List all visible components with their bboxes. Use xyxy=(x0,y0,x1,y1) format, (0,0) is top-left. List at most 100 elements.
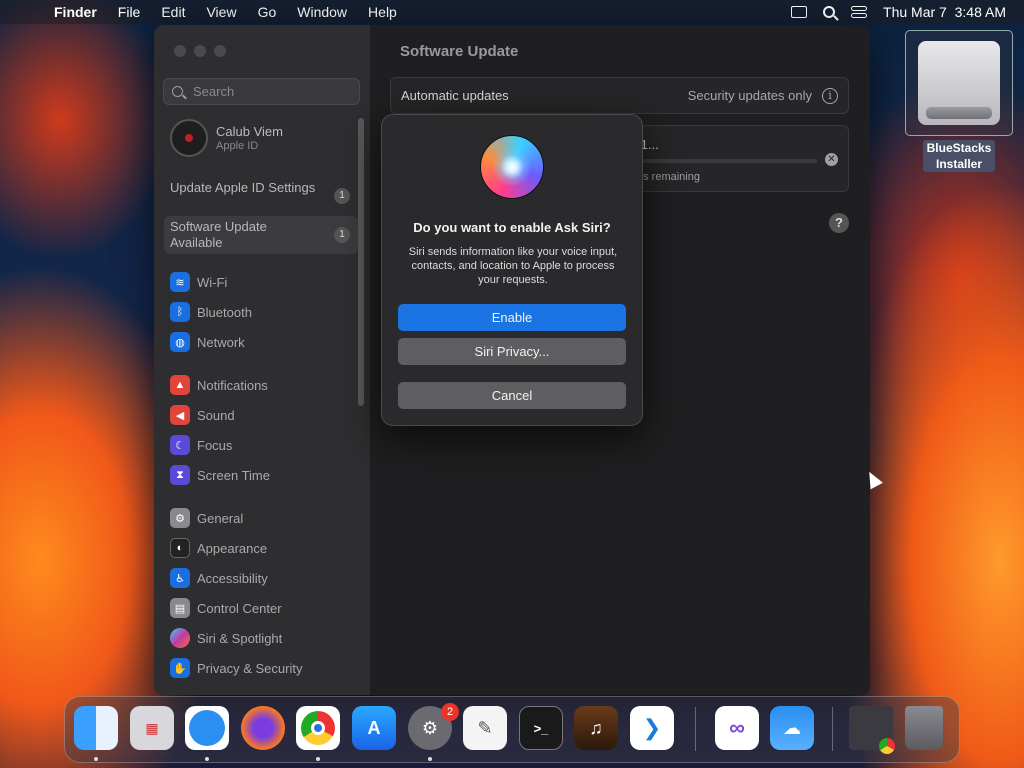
control-center-icon[interactable] xyxy=(851,6,868,18)
running-indicator xyxy=(94,757,98,761)
sidebar-search-input[interactable]: Search xyxy=(163,78,360,105)
garageband-icon[interactable]: ♫ xyxy=(574,706,618,750)
screen-mirroring-icon[interactable] xyxy=(791,6,808,18)
running-indicator xyxy=(316,757,320,761)
sidebar-item-label: Update Apple ID Settings xyxy=(170,180,316,195)
menu-help[interactable]: Help xyxy=(368,4,397,20)
sidebar-scrollbar[interactable] xyxy=(358,118,364,406)
menu-bar: Finder File Edit View Go Window Help Thu… xyxy=(0,0,1024,24)
sidebar-item-update-apple-id[interactable]: Update Apple ID Settings 1 xyxy=(164,177,358,215)
sidebar-item-label: Software Update Available xyxy=(170,219,267,250)
search-icon xyxy=(172,86,183,97)
avatar xyxy=(170,119,208,157)
visual-studio-icon[interactable]: ∞ xyxy=(715,706,759,750)
close-window-button[interactable] xyxy=(174,45,186,57)
help-button[interactable]: ? xyxy=(829,213,849,233)
automatic-updates-label: Automatic updates xyxy=(401,88,509,103)
chrome-icon[interactable] xyxy=(296,706,340,750)
sidebar-item-label: Wi-Fi xyxy=(197,274,228,290)
menubar-clock[interactable]: Thu Mar 7 3:48 AM xyxy=(883,4,1006,20)
moon-icon: ☾ xyxy=(170,435,190,455)
search-placeholder: Search xyxy=(193,84,235,99)
sidebar-item-notifications[interactable]: ▲ Notifications xyxy=(170,375,268,395)
zoom-window-button[interactable] xyxy=(214,45,226,57)
sidebar-item-label: Screen Time xyxy=(197,467,270,483)
sidebar-item-label: Privacy & Security xyxy=(197,660,303,676)
notification-badge: 2 xyxy=(441,703,459,721)
speaker-icon: ◀ xyxy=(170,405,190,425)
dock-separator xyxy=(695,707,696,751)
sidebar-item-label: Focus xyxy=(197,437,233,453)
terminal-icon[interactable]: >_ xyxy=(519,706,563,750)
app-store-icon[interactable]: A xyxy=(352,706,396,750)
menu-app-finder[interactable]: Finder xyxy=(54,4,97,20)
sidebar-item-label: Control Center xyxy=(197,600,282,616)
menu-go[interactable]: Go xyxy=(258,4,277,20)
settings-sidebar: Search Calub Viem Apple ID Update Apple … xyxy=(154,25,370,695)
sidebar-item-control-center[interactable]: ▤ Control Center xyxy=(170,598,282,618)
desktop-drive-bluestacks[interactable]: BlueStacks Installer xyxy=(905,30,1013,172)
sidebar-item-wifi[interactable]: ≋ Wi-Fi xyxy=(170,272,227,292)
launchpad-icon[interactable]: ▦ xyxy=(130,706,174,750)
sidebar-item-network[interactable]: ◍ Network xyxy=(170,332,245,352)
siri-icon xyxy=(170,628,190,648)
page-title: Software Update xyxy=(400,43,519,60)
sidebar-item-general[interactable]: ⚙ General xyxy=(170,508,243,528)
dialog-question: Do you want to enable Ask Siri? xyxy=(413,220,611,235)
sidebar-item-focus[interactable]: ☾ Focus xyxy=(170,435,232,455)
apple-id-account[interactable]: Calub Viem Apple ID xyxy=(170,119,283,157)
automatic-updates-row[interactable]: Automatic updates Security updates only … xyxy=(390,77,849,114)
globe-icon: ◍ xyxy=(170,332,190,352)
sidebar-badge: 1 xyxy=(334,227,350,243)
menu-window[interactable]: Window xyxy=(297,4,347,20)
cancel-download-icon[interactable]: ✕ xyxy=(825,153,838,166)
sidebar-item-privacy-security[interactable]: ✋ Privacy & Security xyxy=(170,658,302,678)
appearance-icon: ◐ xyxy=(170,538,190,558)
dialog-description: Siri sends information like your voice i… xyxy=(408,246,618,286)
sidebar-item-accessibility[interactable]: ♿ Accessibility xyxy=(170,568,268,588)
spotlight-search-icon[interactable] xyxy=(823,6,836,18)
sidebar-item-screen-time[interactable]: ⧗ Screen Time xyxy=(170,465,270,485)
running-indicator xyxy=(205,757,209,761)
siri-privacy-button[interactable]: Siri Privacy... xyxy=(398,338,626,365)
wifi-icon: ≋ xyxy=(170,272,190,292)
siri-orb-icon xyxy=(480,135,544,199)
minimize-window-button[interactable] xyxy=(194,45,206,57)
downloads-stack-icon[interactable] xyxy=(849,706,895,754)
weather-icon[interactable]: ☁ xyxy=(770,706,814,750)
dock: ▦ A ⚙ 2 ✎ >_ ♫ ❯ ∞ ☁ xyxy=(64,696,960,763)
sidebar-item-siri-spotlight[interactable]: Siri & Spotlight xyxy=(170,628,282,648)
firefox-icon[interactable] xyxy=(241,706,285,750)
hard-drive-icon xyxy=(918,41,1000,125)
sidebar-item-bluetooth[interactable]: ᛒ Bluetooth xyxy=(170,302,252,322)
sidebar-item-label: General xyxy=(197,510,244,526)
sidebar-item-label: Bluetooth xyxy=(197,304,252,320)
sidebar-item-label: Appearance xyxy=(197,540,268,556)
sidebar-item-software-update[interactable]: Software Update Available 1 xyxy=(164,216,358,254)
gear-icon: ⚙ xyxy=(170,508,190,528)
user-subtitle: Apple ID xyxy=(216,140,259,152)
sidebar-item-label: Notifications xyxy=(197,377,268,393)
sidebar-item-label: Siri & Spotlight xyxy=(197,630,283,646)
menu-file[interactable]: File xyxy=(118,4,141,20)
update-progress-bar xyxy=(637,159,817,163)
hand-icon: ✋ xyxy=(170,658,190,678)
vscode-icon[interactable]: ❯ xyxy=(630,706,674,750)
sidebar-item-appearance[interactable]: ◐ Appearance xyxy=(170,538,267,558)
hourglass-icon: ⧗ xyxy=(170,465,190,485)
finder-icon[interactable] xyxy=(74,706,118,750)
cancel-button[interactable]: Cancel xyxy=(398,382,626,409)
drive-label: BlueStacks Installer xyxy=(923,140,995,172)
dock-separator xyxy=(832,707,833,751)
sidebar-item-sound[interactable]: ◀ Sound xyxy=(170,405,235,425)
info-icon[interactable]: i xyxy=(822,87,838,104)
accessibility-icon: ♿ xyxy=(170,568,190,588)
menu-edit[interactable]: Edit xyxy=(161,4,185,20)
safari-icon[interactable] xyxy=(185,706,229,750)
enable-button[interactable]: Enable xyxy=(398,304,626,331)
trash-icon[interactable] xyxy=(905,706,943,750)
textedit-icon[interactable]: ✎ xyxy=(463,706,507,750)
update-remaining: ds remaining xyxy=(637,171,700,183)
menu-view[interactable]: View xyxy=(206,4,236,20)
user-name: Calub Viem xyxy=(216,124,283,139)
